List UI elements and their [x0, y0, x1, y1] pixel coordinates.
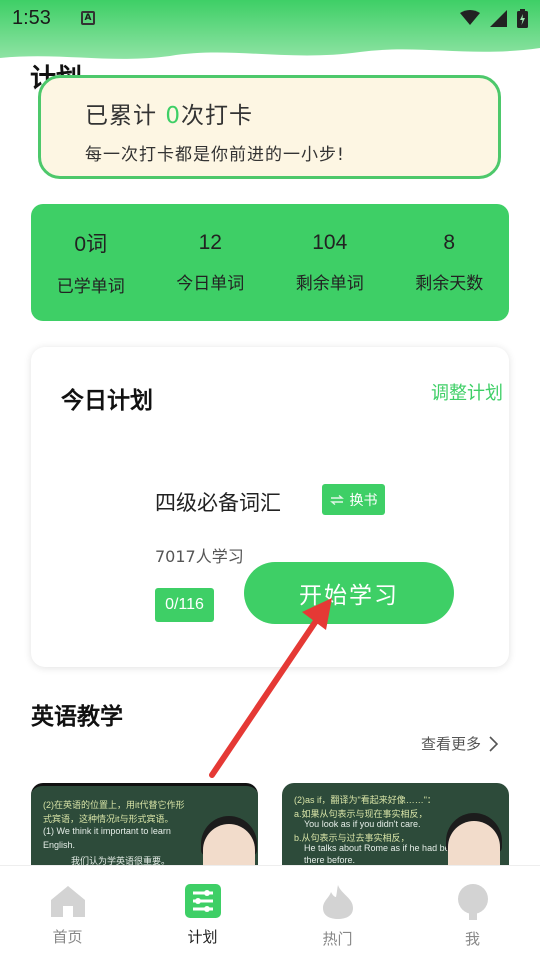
- stat-value: 12: [198, 231, 222, 254]
- stat-remaining-words: 104 剩余单词: [270, 204, 390, 321]
- board-text-line: You look as if you didn't care.: [304, 819, 421, 829]
- stat-label: 剩余单词: [295, 274, 364, 294]
- checkin-prefix: 已累计: [85, 103, 166, 129]
- tab-hot-label: 热门: [322, 930, 353, 948]
- today-plan-title-text: 今日计划: [61, 388, 153, 414]
- board-text-line: English.: [43, 840, 76, 850]
- swap-arrows-icon: [329, 494, 344, 505]
- signal-icon: [490, 9, 507, 27]
- plan-screen: 1:53 A 计划 已累计 0次打卡 每一次打卡都是你前进的一小步! 0词 已学…: [0, 0, 540, 960]
- chevron-right-icon: [489, 735, 499, 752]
- tab-home[interactable]: 首页: [0, 866, 135, 960]
- status-bar: 1:53 A: [0, 0, 540, 36]
- swap-book-button[interactable]: 换书: [322, 484, 385, 515]
- flame-icon: [322, 885, 353, 919]
- tab-home-label: 首页: [52, 928, 83, 946]
- notification-a-icon: A: [80, 11, 95, 25]
- stats-panel: 0词 已学单词 12 今日单词 104 剩余单词 8 剩余天数: [31, 204, 509, 321]
- tab-me-label: 我: [464, 930, 480, 948]
- english-teaching-title-text: 英语教学: [31, 704, 123, 730]
- progress-badge: 0/116: [155, 588, 214, 622]
- stat-learned-words: 0词 已学单词: [31, 204, 151, 321]
- video-card-1[interactable]: (2)在英语的位置上，用it代替它作形 式宾语，这种情况it与形式宾语。 (1)…: [31, 783, 258, 873]
- english-teaching-heading: 英语教学: [31, 704, 123, 732]
- status-time: 1:53: [12, 6, 51, 29]
- wifi-icon: [460, 10, 480, 25]
- tab-plan[interactable]: 计划: [135, 866, 270, 960]
- stat-value: 0词: [74, 233, 108, 256]
- board-text-line: 式宾语，这种情况it与形式宾语。: [43, 814, 174, 824]
- learner-count: 7017人学习: [155, 547, 244, 566]
- checkin-count: 0: [165, 103, 181, 129]
- checkin-subtitle: 每一次打卡都是你前进的一小步!: [85, 145, 345, 165]
- adjust-plan-link[interactable]: 调整计划: [431, 379, 503, 405]
- stat-value: 8: [443, 231, 456, 254]
- checkin-suffix: 次打卡: [180, 103, 253, 129]
- board-text-line: (2)在英语的位置上，用it代替它作形: [43, 800, 185, 810]
- video-card-2[interactable]: (2)as if，翻译为"看起来好像……"： a.如果从句表示与现在事实相反， …: [282, 783, 509, 873]
- today-plan-title: 今日计划: [61, 381, 153, 417]
- board-text-line: He talks about Rome as if he had been: [304, 843, 460, 853]
- home-icon: [50, 886, 85, 917]
- swap-book-label: 换书: [349, 492, 378, 509]
- view-more-link[interactable]: 查看更多: [421, 733, 499, 754]
- book-name: 四级必备词汇: [155, 491, 281, 515]
- plan-sliders-icon: [184, 884, 221, 918]
- view-more-label: 查看更多: [421, 735, 482, 753]
- tab-plan-label: 计划: [187, 928, 218, 946]
- checkin-card: 已累计 0次打卡 每一次打卡都是你前进的一小步!: [38, 75, 501, 179]
- stat-label: 剩余天数: [415, 274, 484, 294]
- today-plan-card: 今日计划 调整计划 四级必备词汇 换书 7017人学习 0/116 开始学习: [31, 347, 509, 667]
- board-text-line: (2)as if，翻译为"看起来好像……"：: [294, 795, 436, 805]
- person-icon: [457, 884, 488, 920]
- english-teaching-title: 英语教学: [31, 697, 123, 732]
- stat-value: 104: [312, 231, 348, 254]
- board-text-line: there before.: [304, 855, 356, 865]
- checkin-title: 已累计 0次打卡: [85, 96, 498, 130]
- start-learning-button[interactable]: 开始学习: [244, 562, 454, 624]
- stat-label: 已学单词: [56, 277, 125, 297]
- stat-remaining-days: 8 剩余天数: [390, 204, 510, 321]
- battery-icon: [517, 8, 528, 28]
- stat-today-words: 12 今日单词: [151, 204, 271, 321]
- tab-hot[interactable]: 热门: [270, 866, 405, 960]
- board-text-line: (1) We think it important to learn: [43, 826, 171, 836]
- stat-label: 今日单词: [176, 274, 245, 294]
- bottom-tab-bar: 首页 计划 热门 我: [0, 865, 540, 960]
- status-icons: [460, 8, 528, 28]
- tab-me[interactable]: 我: [405, 866, 540, 960]
